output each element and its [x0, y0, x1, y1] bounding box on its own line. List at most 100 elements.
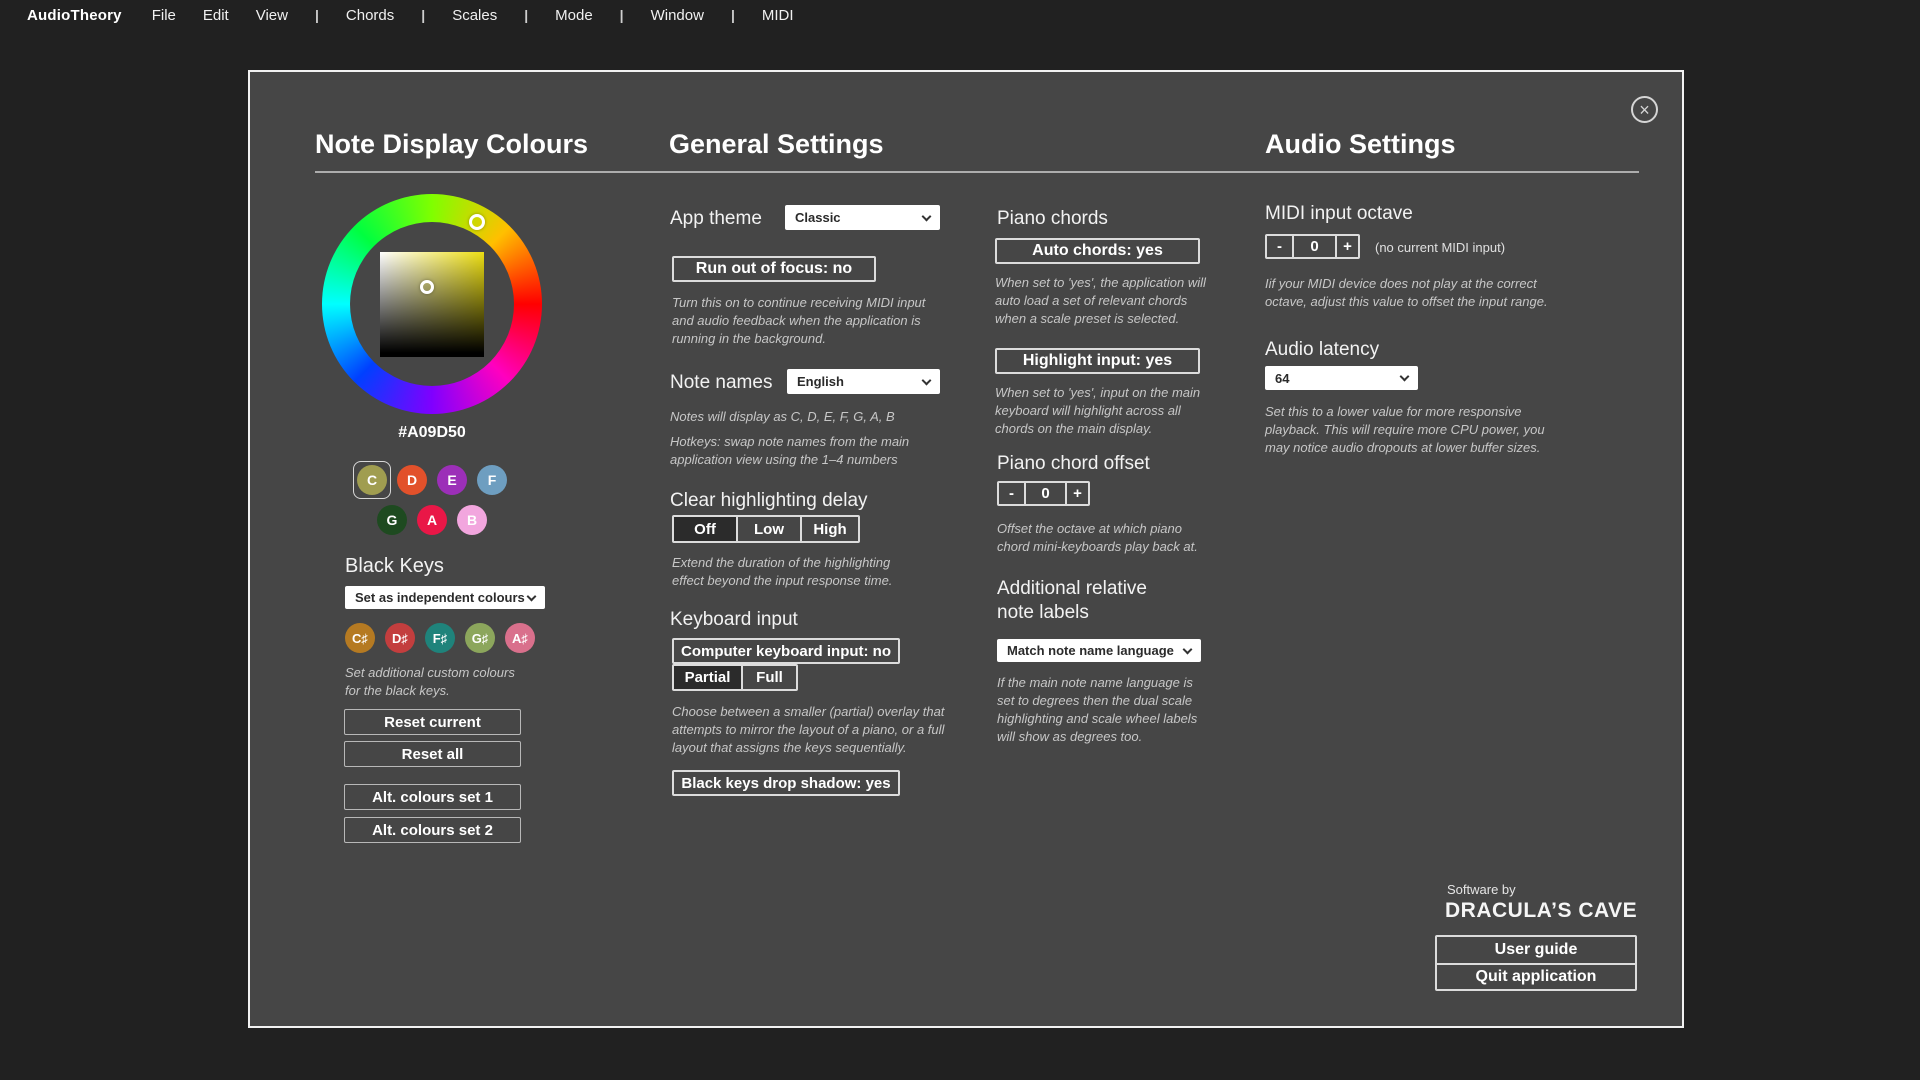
note-swatch-f[interactable]: F [473, 461, 511, 499]
midi-octave-decrement-button[interactable]: - [1267, 236, 1292, 257]
hue-selector[interactable] [469, 214, 485, 230]
menu-item-chords[interactable]: Chords [346, 7, 394, 24]
run-out-of-focus-caption: Turn this on to continue receiving MIDI … [672, 294, 925, 348]
keyboard-layout-segmented: Partial Full [672, 664, 798, 691]
relative-labels-select[interactable]: Match note name language [997, 639, 1201, 662]
close-button[interactable]: × [1631, 96, 1658, 123]
audio-latency-value: 64 [1275, 371, 1289, 386]
clear-delay-caption: Extend the duration of the highlighting … [672, 554, 892, 590]
offset-increment-button[interactable]: + [1065, 483, 1088, 504]
audio-latency-title: Audio latency [1265, 338, 1379, 362]
audio-latency-select[interactable]: 64 [1265, 366, 1418, 390]
relative-labels-value: Match note name language [1007, 643, 1174, 658]
offset-decrement-button[interactable]: - [999, 483, 1024, 504]
note-circle-e: E [437, 465, 467, 495]
note-swatch-c[interactable]: C [353, 461, 391, 499]
note-circle-b: B [457, 505, 487, 535]
black-keys-title: Black Keys [345, 554, 444, 579]
menu-item-file[interactable]: File [152, 7, 176, 24]
menu-item-edit[interactable]: Edit [203, 7, 229, 24]
general-settings-title: General Settings [669, 131, 884, 158]
note-swatch-g-sharp[interactable]: G♯ [465, 623, 495, 653]
piano-chord-offset-title: Piano chord offset [997, 452, 1150, 476]
midi-octave-caption: Iif your MIDI device does not play at th… [1265, 275, 1548, 311]
menu-separator: | [620, 7, 624, 23]
header-rule [315, 171, 1639, 173]
note-swatch-c-sharp[interactable]: C♯ [345, 623, 375, 653]
chevron-down-icon [922, 375, 932, 385]
keyboard-input-caption: Choose between a smaller (partial) overl… [672, 703, 944, 757]
app-brand: AudioTheory [27, 7, 122, 24]
keyboard-partial-button[interactable]: Partial [674, 666, 741, 689]
keyboard-input-title: Keyboard input [670, 608, 798, 632]
midi-octave-increment-button[interactable]: + [1335, 236, 1358, 257]
hex-value: #A09D50 [322, 424, 542, 442]
note-circle-d: D [397, 465, 427, 495]
close-icon: × [1639, 101, 1650, 119]
menu-separator: | [421, 7, 425, 23]
app-theme-select[interactable]: Classic [785, 205, 940, 230]
note-swatch-d-sharp[interactable]: D♯ [385, 623, 415, 653]
note-circle-g: G [377, 505, 407, 535]
app-theme-label: App theme [670, 207, 762, 231]
relative-labels-title: Additional relative note labels [997, 577, 1147, 625]
note-swatch-e[interactable]: E [433, 461, 471, 499]
note-swatch-g[interactable]: G [373, 501, 411, 539]
piano-chord-offset-stepper: - 0 + [997, 481, 1090, 506]
note-swatch-b[interactable]: B [453, 501, 491, 539]
menu-separator: | [731, 7, 735, 23]
note-names-display-caption: Notes will display as C, D, E, F, G, A, … [670, 408, 895, 426]
computer-keyboard-input-toggle[interactable]: Computer keyboard input: no [672, 638, 900, 664]
midi-octave-stepper: - 0 + [1265, 234, 1360, 259]
alt-colours-set-2-button[interactable]: Alt. colours set 2 [344, 817, 521, 843]
note-swatch-f-sharp[interactable]: F♯ [425, 623, 455, 653]
chevron-down-icon [527, 591, 537, 601]
note-swatch-a[interactable]: A [413, 501, 451, 539]
midi-input-status: (no current MIDI input) [1375, 240, 1505, 255]
black-keys-mode-select[interactable]: Set as independent colours [345, 586, 545, 609]
midi-octave-value: 0 [1292, 236, 1335, 257]
black-keys-caption: Set additional custom colours for the bl… [345, 664, 515, 700]
black-keys-mode-value: Set as independent colours [355, 590, 525, 605]
menu-item-midi[interactable]: MIDI [762, 7, 794, 24]
run-out-of-focus-toggle[interactable]: Run out of focus: no [672, 256, 876, 282]
note-names-label: Note names [670, 371, 772, 395]
keyboard-full-button[interactable]: Full [741, 666, 796, 689]
note-swatch-d[interactable]: D [393, 461, 431, 499]
chevron-down-icon [922, 211, 932, 221]
settings-dialog: × Note Display Colours General Settings … [248, 70, 1684, 1028]
software-by-label: Software by [1447, 882, 1516, 897]
clear-delay-high-button[interactable]: High [800, 517, 858, 541]
menu-item-window[interactable]: Window [651, 7, 704, 24]
note-display-title: Note Display Colours [315, 131, 588, 158]
sv-selector[interactable] [420, 280, 434, 294]
highlight-input-toggle[interactable]: Highlight input: yes [995, 348, 1200, 374]
menu-item-view[interactable]: View [256, 7, 288, 24]
quit-application-button[interactable]: Quit application [1437, 963, 1635, 989]
note-swatch-row-1: C D E F [353, 461, 511, 499]
clear-delay-low-button[interactable]: Low [736, 517, 800, 541]
note-swatch-a-sharp[interactable]: A♯ [505, 623, 535, 653]
auto-chords-toggle[interactable]: Auto chords: yes [995, 238, 1200, 264]
auto-chords-caption: When set to 'yes', the application will … [995, 274, 1206, 328]
saturation-value-square[interactable] [380, 252, 484, 357]
menu-item-scales[interactable]: Scales [452, 7, 497, 24]
black-keys-drop-shadow-toggle[interactable]: Black keys drop shadow: yes [672, 770, 900, 796]
note-names-select[interactable]: English [787, 369, 940, 394]
menu-item-mode[interactable]: Mode [555, 7, 593, 24]
note-circle-a: A [417, 505, 447, 535]
relative-labels-caption: If the main note name language is set to… [997, 674, 1197, 746]
clear-delay-off-button[interactable]: Off [674, 517, 736, 541]
offset-value: 0 [1024, 483, 1065, 504]
chevron-down-icon [1400, 372, 1410, 382]
alt-colours-set-1-button[interactable]: Alt. colours set 1 [344, 784, 521, 810]
reset-current-button[interactable]: Reset current [344, 709, 521, 735]
audio-settings-title: Audio Settings [1265, 131, 1456, 158]
midi-input-octave-title: MIDI input octave [1265, 202, 1413, 226]
reset-all-button[interactable]: Reset all [344, 741, 521, 767]
piano-chords-title: Piano chords [997, 207, 1108, 231]
user-guide-button[interactable]: User guide [1437, 937, 1635, 963]
note-names-value: English [797, 374, 844, 389]
clear-delay-segmented: Off Low High [672, 515, 860, 543]
note-names-hotkeys-caption: Hotkeys: swap note names from the main a… [670, 433, 909, 469]
